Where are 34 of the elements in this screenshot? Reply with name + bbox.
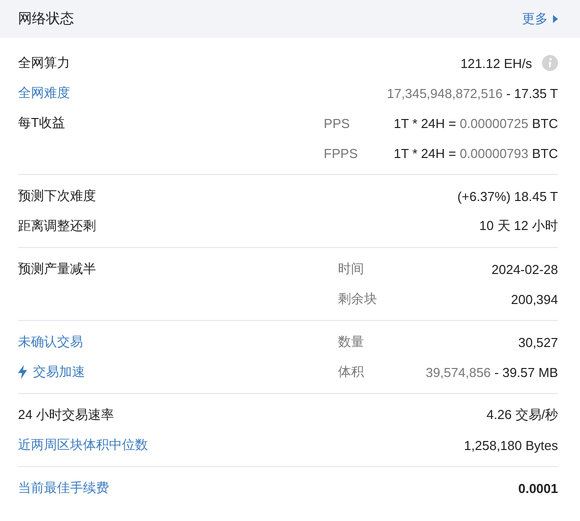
- stat-link[interactable]: 全网难度: [18, 84, 70, 102]
- stat-value: 0.0001: [518, 480, 558, 496]
- stat-link[interactable]: 未确认交易: [18, 333, 83, 351]
- stat-value: 1T * 24H = 0.00000725 BTC: [394, 116, 558, 130]
- stat-value: 2024-02-28: [492, 262, 558, 276]
- stat-sublabel: 体积: [338, 364, 364, 379]
- stat-value: 200,394: [511, 292, 558, 306]
- caret-icon: [553, 15, 558, 23]
- stat-value: 121.12 EH/s: [460, 56, 532, 70]
- panel-title: 网络状态: [18, 10, 74, 28]
- stat-label: 预测产量减半: [18, 260, 96, 278]
- stat-value: 17,345,948,872,516 - 17.35 T: [386, 86, 558, 100]
- stat-label: 距离调整还剩: [18, 217, 96, 235]
- stat-value: 10 天 12 小时: [479, 217, 558, 235]
- stat-link[interactable]: 近两周区块体积中位数: [18, 436, 148, 454]
- stat-label: 每T收益: [18, 114, 65, 132]
- stat-sublabel: 时间: [338, 261, 364, 276]
- stat-value: 4.26 交易/秒: [486, 406, 558, 424]
- stat-sublabel: FPPS: [324, 146, 358, 160]
- stat-value: 1,258,180 Bytes: [464, 438, 558, 452]
- stat-value: 30,527: [518, 334, 558, 350]
- stat-sublabel: 数量: [338, 334, 364, 349]
- stat-link[interactable]: 交易加速: [33, 363, 85, 381]
- stat-link[interactable]: 当前最佳手续费: [18, 479, 109, 497]
- info-icon[interactable]: [542, 55, 558, 71]
- stat-label: 全网算力: [18, 54, 70, 72]
- stat-value: 1T * 24H = 0.00000793 BTC: [394, 146, 558, 160]
- stat-value: 39,574,856 - 39.57 MB: [426, 364, 558, 380]
- stat-sublabel: 剩余块: [338, 291, 377, 306]
- stat-label: 24 小时交易速率: [18, 406, 114, 424]
- more-link[interactable]: 更多: [522, 10, 558, 28]
- stat-label: 预测下次难度: [18, 187, 96, 205]
- stat-value: (+6.37%) 18.45 T: [457, 188, 558, 204]
- stat-sublabel: PPS: [324, 116, 350, 130]
